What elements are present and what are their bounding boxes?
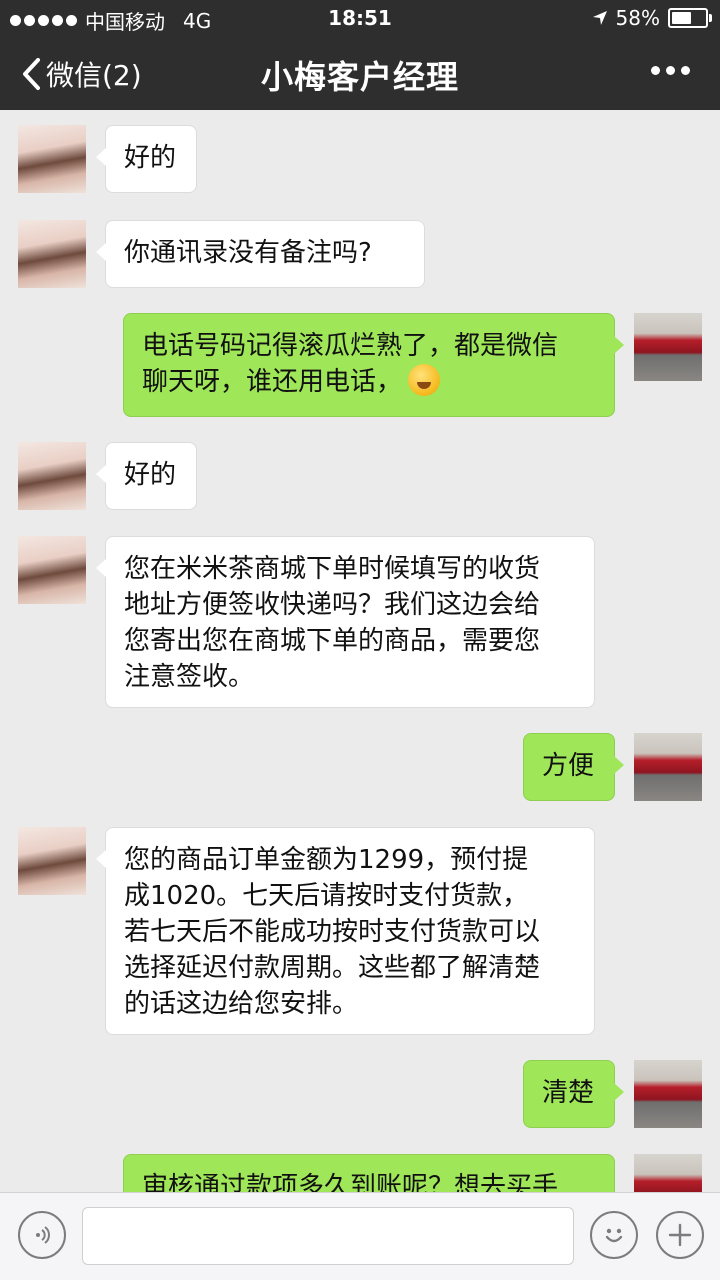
message-bubble-outgoing[interactable]: 清楚	[523, 1060, 624, 1128]
more-options-icon[interactable]	[651, 66, 690, 75]
contact-avatar[interactable]	[18, 442, 86, 510]
message-bubble-incoming[interactable]: 好的	[96, 442, 197, 510]
message-line: 电话号码记得滚瓜烂熟了，都是微信	[142, 331, 559, 361]
chat-title: 小梅客户经理	[260, 58, 459, 96]
status-right: 58%	[592, 6, 712, 30]
message-input[interactable]	[82, 1207, 574, 1265]
location-arrow-icon	[592, 11, 607, 25]
message-bubble-incoming[interactable]: 好的	[96, 125, 197, 193]
message-line: 选择延迟付款周期。这些都了解清楚	[124, 953, 541, 983]
message-bubble-outgoing[interactable]: 方便	[523, 733, 624, 801]
voice-input-button[interactable]	[18, 1211, 66, 1259]
nav-bar: 微信(2) 小梅客户经理	[0, 36, 720, 110]
message-line: 的话这边给您安排。	[124, 989, 359, 1019]
contact-avatar[interactable]	[18, 536, 86, 604]
status-bar: 中国移动 4G 18:51 58%	[0, 0, 720, 36]
message-bubble-incoming[interactable]: 您在米米茶商城下单时候填写的收货 地址方便签收快递吗？我们这边会给 您寄出您在商…	[96, 536, 595, 708]
message-line: 地址方便签收快递吗？我们这边会给	[124, 590, 541, 620]
message-bubble-outgoing[interactable]: 电话号码记得滚瓜烂熟了，都是微信 聊天呀，谁还用电话，	[123, 313, 624, 417]
my-avatar[interactable]	[634, 313, 702, 381]
message-line: 聊天呀，谁还用电话，	[142, 367, 403, 397]
message-bubble-outgoing[interactable]: 审核通过款项多久到账呢？想去买手	[123, 1154, 615, 1192]
more-functions-button[interactable]	[656, 1211, 704, 1259]
emoji-button[interactable]	[590, 1211, 638, 1259]
contact-avatar[interactable]	[18, 125, 86, 193]
chat-messages[interactable]: 好的 你通讯录没有备注吗? 电话号码记得滚瓜烂熟了，都是微信 聊天呀，谁还用电话…	[0, 110, 720, 1192]
laughing-crying-emoji-icon	[408, 364, 441, 396]
message-line: 您在米米茶商城下单时候填写的收货	[124, 554, 541, 584]
message-line: 若七天后不能成功按时支付货款可以	[124, 917, 541, 947]
voice-icon	[36, 1226, 50, 1244]
message-line: 注意签收。	[124, 662, 255, 692]
message-bubble-incoming[interactable]: 您的商品订单金额为1299，预付提 成1020。七天后请按时支付货款， 若七天后…	[96, 827, 595, 1035]
my-avatar[interactable]	[634, 1060, 702, 1128]
smiley-icon	[605, 1228, 623, 1243]
input-bar	[0, 1192, 720, 1280]
message-line: 成1020。七天后请按时支付货款，	[124, 881, 529, 911]
battery-percent: 58%	[615, 6, 660, 30]
message-line: 您寄出您在商城下单的商品，需要您	[124, 626, 541, 656]
contact-avatar[interactable]	[18, 827, 86, 895]
message-line: 您的商品订单金额为1299，预付提	[124, 845, 529, 875]
my-avatar[interactable]	[634, 733, 702, 801]
battery-icon	[668, 8, 712, 28]
contact-avatar[interactable]	[18, 220, 86, 288]
plus-icon	[668, 1223, 692, 1247]
message-bubble-incoming[interactable]: 你通讯录没有备注吗?	[96, 220, 425, 288]
my-avatar[interactable]	[634, 1154, 702, 1192]
